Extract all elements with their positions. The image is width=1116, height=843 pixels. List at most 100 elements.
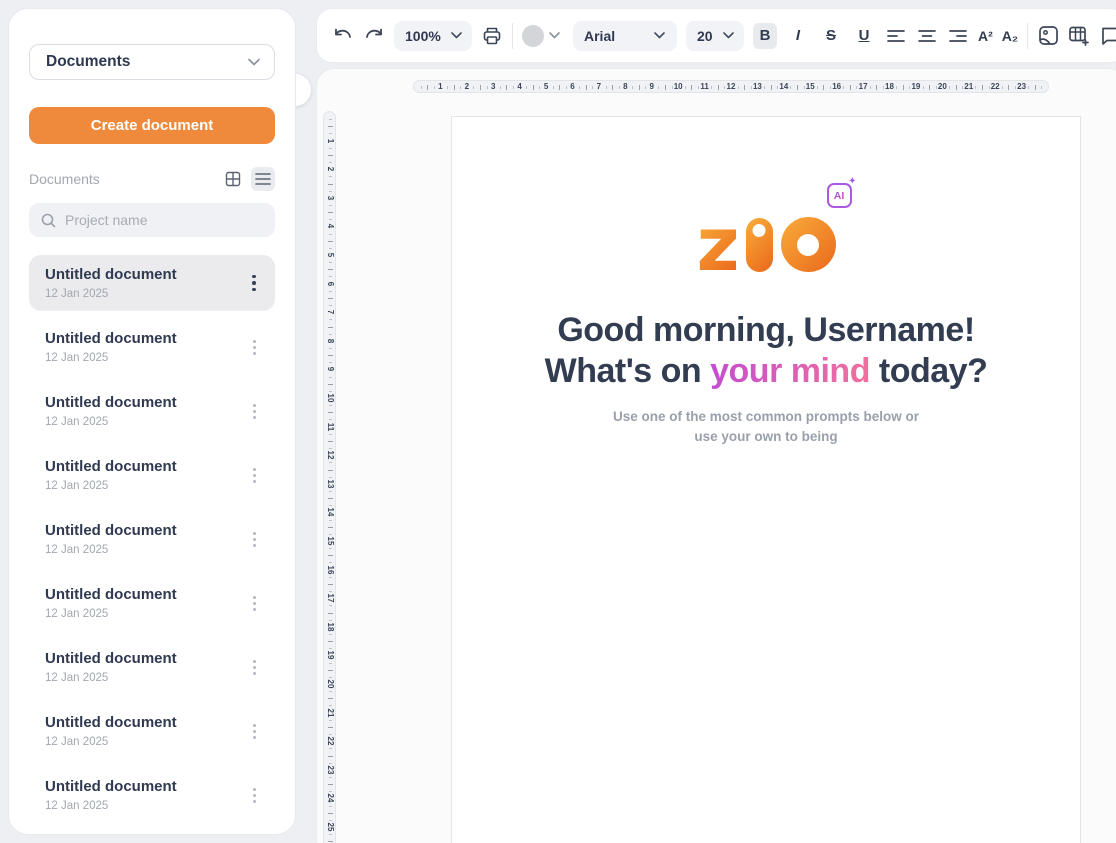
document-list-item[interactable]: Untitled document 12 Jan 2025 (29, 319, 275, 375)
document-date: 12 Jan 2025 (45, 288, 241, 300)
font-family-value: Arial (584, 28, 615, 44)
bold-button[interactable]: B (753, 23, 777, 49)
zio-logo: z AI ✦ (696, 217, 835, 272)
greeting-line2-prefix: What's on (545, 352, 711, 390)
print-icon[interactable] (481, 25, 503, 47)
document-menu-button[interactable] (241, 331, 267, 363)
document-title: Untitled document (45, 650, 241, 667)
toolbar-divider (1027, 23, 1028, 49)
redo-icon[interactable] (363, 25, 385, 47)
greeting-line1: Good morning, Username! (557, 311, 974, 349)
chevron-down-icon (549, 32, 561, 40)
document-menu-button[interactable] (241, 587, 267, 619)
document-title: Untitled document (45, 394, 241, 411)
sparkle-icon: ✦ (848, 176, 856, 187)
workspace-select[interactable]: Documents (29, 44, 275, 80)
documents-sidebar: Documents Create document Documents Unti… (8, 8, 296, 835)
greeting-subtitle: Use one of the most common prompts below… (452, 407, 1080, 448)
document-info: Untitled document 12 Jan 2025 (45, 778, 241, 812)
grid-view-icon[interactable] (221, 167, 245, 191)
zoom-value: 100% (405, 28, 441, 44)
document-menu-button[interactable] (241, 779, 267, 811)
document-date: 12 Jan 2025 (45, 608, 241, 620)
search-input[interactable] (65, 212, 263, 228)
document-date: 12 Jan 2025 (45, 736, 241, 748)
document-info: Untitled document 12 Jan 2025 (45, 394, 241, 428)
document-date: 12 Jan 2025 (45, 672, 241, 684)
create-document-button[interactable]: Create document (29, 107, 275, 144)
document-page[interactable]: z AI ✦ Good morning, Username! What's on… (451, 116, 1081, 843)
insert-image-icon[interactable] (1037, 25, 1059, 47)
logo-row: z AI ✦ (452, 217, 1080, 272)
document-title: Untitled document (45, 778, 241, 795)
document-menu-button[interactable] (241, 523, 267, 555)
document-info: Untitled document 12 Jan 2025 (45, 266, 241, 300)
subscript-button[interactable]: A₂ (1002, 28, 1018, 44)
document-list-item[interactable]: Untitled document 12 Jan 2025 (29, 767, 275, 823)
chevron-down-icon (248, 58, 260, 66)
undo-icon[interactable] (332, 25, 354, 47)
insert-table-icon[interactable] (1068, 25, 1090, 47)
vertical-ruler: 1234567891011121314151617181920212223242… (323, 111, 336, 843)
search-icon (41, 213, 56, 228)
color-swatch-icon (522, 25, 544, 47)
greeting-line2-suffix: today? (870, 352, 987, 390)
document-list-item[interactable]: Untitled document 12 Jan 2025 (29, 383, 275, 439)
strikethrough-button[interactable]: S (819, 23, 843, 49)
chevron-down-icon (451, 32, 463, 40)
italic-button[interactable]: I (786, 23, 810, 49)
horizontal-ruler: 1234567891011121314151617181920212223 (413, 80, 1049, 93)
document-list-item[interactable]: Untitled document 12 Jan 2025 (29, 575, 275, 631)
font-size-select[interactable]: 20 (686, 21, 744, 51)
greeting-heading: Good morning, Username! What's on your m… (452, 310, 1080, 392)
text-color-picker[interactable] (522, 25, 561, 47)
document-date: 12 Jan 2025 (45, 480, 241, 492)
document-menu-button[interactable] (241, 459, 267, 491)
document-title: Untitled document (45, 266, 241, 283)
document-search (29, 203, 275, 237)
editor-canvas: 1234567891011121314151617181920212223 12… (316, 68, 1116, 843)
document-title: Untitled document (45, 458, 241, 475)
document-menu-button[interactable] (241, 715, 267, 747)
document-list-item[interactable]: Untitled document 12 Jan 2025 (29, 447, 275, 503)
align-right-icon[interactable] (947, 25, 969, 47)
document-list-item[interactable]: Untitled document 12 Jan 2025 (29, 511, 275, 567)
align-left-icon[interactable] (885, 25, 907, 47)
comment-icon[interactable] (1099, 25, 1116, 47)
document-info: Untitled document 12 Jan 2025 (45, 586, 241, 620)
document-menu-button[interactable] (241, 651, 267, 683)
ai-badge-icon: AI ✦ (827, 183, 852, 208)
zoom-select[interactable]: 100% (394, 21, 472, 51)
document-date: 12 Jan 2025 (45, 544, 241, 556)
document-menu-button[interactable] (241, 267, 267, 299)
document-menu-button[interactable] (241, 395, 267, 427)
chevron-down-icon (723, 32, 735, 40)
underline-button[interactable]: U (852, 23, 876, 49)
chevron-down-icon (654, 32, 666, 40)
workspace-select-value: Documents (46, 53, 130, 71)
document-list-item[interactable]: Untitled document 12 Jan 2025 (29, 703, 275, 759)
subtitle-line1: Use one of the most common prompts below… (613, 409, 919, 424)
document-info: Untitled document 12 Jan 2025 (45, 330, 241, 364)
superscript-button[interactable]: A² (978, 28, 993, 44)
document-info: Untitled document 12 Jan 2025 (45, 714, 241, 748)
align-center-icon[interactable] (916, 25, 938, 47)
logo-letter-z: z (696, 219, 737, 272)
logo-letter-o (781, 217, 836, 272)
font-family-select[interactable]: Arial (573, 21, 677, 51)
document-date: 12 Jan 2025 (45, 416, 241, 428)
document-info: Untitled document 12 Jan 2025 (45, 522, 241, 556)
document-list: Untitled document 12 Jan 2025 Untitled d… (29, 255, 275, 823)
list-view-icon[interactable] (251, 167, 275, 191)
font-size-value: 20 (697, 28, 713, 44)
document-list-item[interactable]: Untitled document 12 Jan 2025 (29, 639, 275, 695)
app-root: { "colors": { "accent_orange": "#EF8A3D"… (0, 0, 1116, 843)
document-info: Untitled document 12 Jan 2025 (45, 458, 241, 492)
greeting-highlight: your mind (710, 352, 870, 390)
document-title: Untitled document (45, 714, 241, 731)
document-info: Untitled document 12 Jan 2025 (45, 650, 241, 684)
document-title: Untitled document (45, 586, 241, 603)
document-list-item[interactable]: Untitled document 12 Jan 2025 (29, 255, 275, 311)
subtitle-line2: use your own to being (694, 429, 837, 444)
document-title: Untitled document (45, 522, 241, 539)
